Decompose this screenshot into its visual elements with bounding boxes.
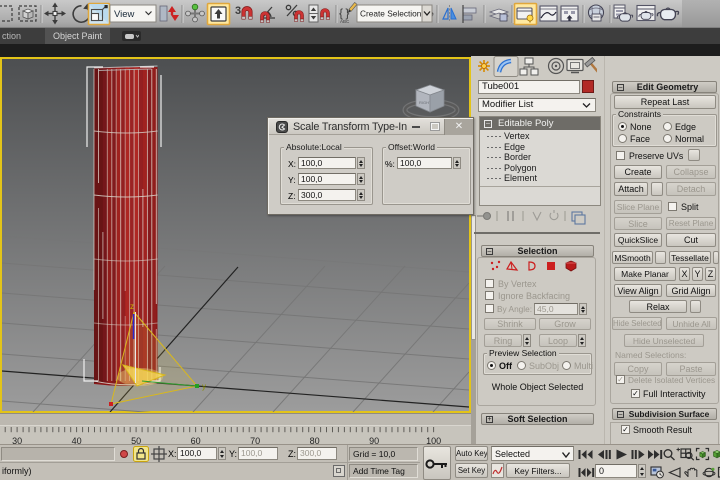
svg-text:View: View: [114, 9, 135, 20]
svg-text:y: y: [202, 382, 206, 391]
svg-text:ABC: ABC: [340, 19, 350, 24]
svg-text:z: z: [130, 302, 134, 311]
svg-text:3: 3: [235, 5, 241, 17]
svg-text:{ }: { }: [339, 6, 349, 20]
